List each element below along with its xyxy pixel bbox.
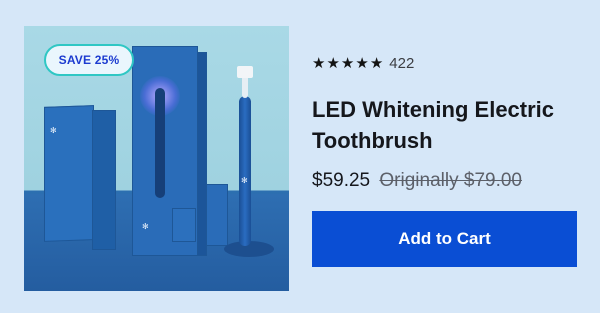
toothbrush-bristles bbox=[237, 66, 253, 78]
product-title[interactable]: LED Whitening Electric Toothbrush bbox=[312, 94, 587, 156]
snowflake-logo-icon: ✻ bbox=[50, 126, 57, 135]
review-count: 422 bbox=[389, 54, 415, 72]
save-badge: SAVE 25% bbox=[44, 44, 134, 76]
star-icon: ★ bbox=[369, 53, 384, 72]
star-icon: ★ bbox=[326, 53, 340, 72]
original-price: Originally $79.00 bbox=[379, 170, 522, 191]
sale-price: $59.25 bbox=[312, 170, 371, 191]
snowflake-logo-icon: ✻ bbox=[142, 222, 149, 231]
star-icon: ★ bbox=[355, 53, 369, 72]
snowflake-logo-icon: ✻ bbox=[241, 176, 248, 185]
price-row: $59.25 Originally $79.00 bbox=[312, 170, 522, 192]
star-rating: ★ ★ ★ ★ ★ bbox=[312, 53, 384, 72]
add-to-cart-button[interactable]: Add to Cart bbox=[312, 211, 577, 267]
toothbrush-handle bbox=[239, 96, 251, 246]
star-icon: ★ bbox=[340, 53, 355, 72]
boxed-toothbrush bbox=[155, 88, 165, 198]
left-box-flap bbox=[92, 110, 116, 250]
star-icon: ★ bbox=[312, 53, 326, 72]
product-card: ✻ ✻ ✻ SAVE 25% ★ ★ ★ ★ ★ 422 LED Whiteni… bbox=[0, 0, 600, 313]
tiny-box bbox=[172, 208, 196, 242]
rating[interactable]: ★ ★ ★ ★ ★ 422 bbox=[312, 53, 414, 73]
small-box bbox=[206, 184, 228, 246]
